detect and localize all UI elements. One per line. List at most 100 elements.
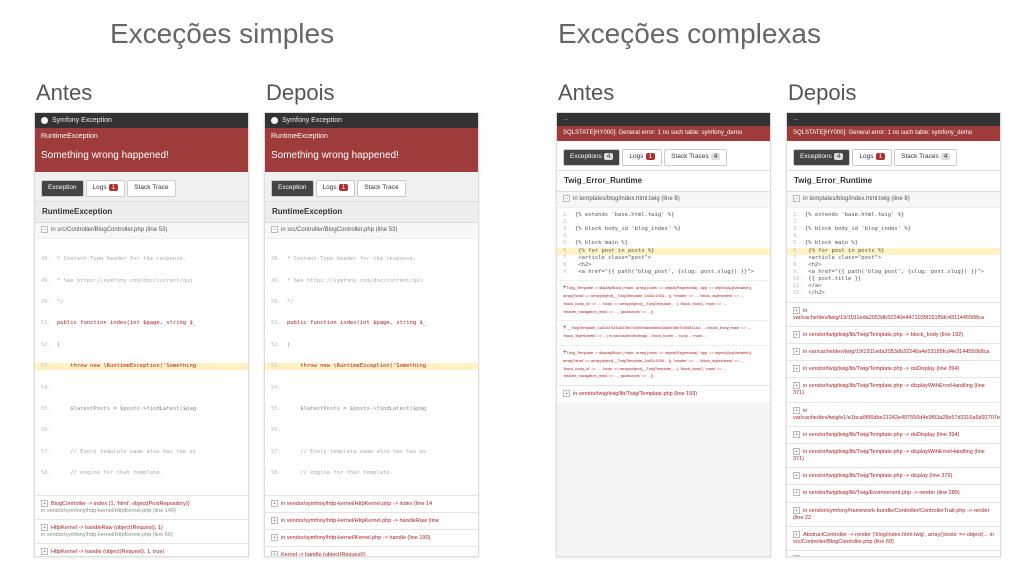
tab-stacktrace[interactable]: Stack Trace [127,180,175,196]
title-simple: Exceções simples [110,18,334,50]
tabs: Exceptions4 Logs1 Stack Traces4 [557,141,770,170]
expand-icon[interactable]: + [271,551,278,557]
tabs: Exception Logs1 Stack Trace [35,172,248,201]
section-exception-class: RuntimeException [35,202,248,223]
expand-icon[interactable]: − [793,195,800,202]
trace-row[interactable]: +in vendor/twig/twig/lib/Twig/Template.p… [787,426,1000,443]
label-depois-2: Depois [788,80,856,106]
expand-icon[interactable]: + [793,348,800,355]
expand-icon[interactable]: + [793,507,800,514]
expand-icon[interactable]: + [271,517,278,524]
tab-exception[interactable]: Exception [271,180,314,196]
section-exception-class: Twig_Error_Runtime [787,171,1000,192]
trace-row[interactable]: +in vendor/symfony/http-kernel/Kernel.ph… [265,529,478,546]
code-block: 48.* Content-Type header for the respons… [265,239,478,495]
panel-simple-antes: Symfony Exception RuntimeException Somet… [34,112,249,557]
trace-row[interactable]: +in vendor/twig/twig/lib/Twig/Template.p… [787,360,1000,377]
symfony-logo-icon [271,117,278,124]
brand: Symfony Exception [282,116,342,125]
expand-icon[interactable]: − [271,226,278,233]
exception-type: RuntimeException [265,128,478,145]
expand-icon[interactable]: + [41,500,48,507]
twig-code-block: 1.{% extends 'base.html.twig' %} 2. 3.{%… [557,208,770,280]
trace-row[interactable]: +AbstractController -> render ('blog/ind… [787,526,1000,550]
expand-icon[interactable]: + [793,472,800,479]
file-line[interactable]: −in src/Controller/BlogController.php (l… [265,223,478,239]
symfony-header: Symfony Exception [265,113,478,128]
trace-row[interactable]: +BlogController -> index (1, 'html', obj… [35,495,248,519]
trace-row[interactable]: +HttpKernel -> handleRaw (object(Request… [35,519,248,543]
file-line[interactable]: −in templates/blog/index.html.twig (line… [557,192,770,208]
label-antes-1: Antes [36,80,92,106]
tab-exception[interactable]: Exception [41,180,84,196]
trace-row[interactable]: +in vendor/symfony/http-kernel/HttpKerne… [787,550,1000,557]
trace-row[interactable]: +in var/cache/dev/twig/e1/e1bca6f96dbe21… [787,402,1000,426]
trace-row[interactable]: +in vendor/twig/twig/lib/Twig/Template.p… [787,377,1000,401]
expand-icon[interactable]: + [271,500,278,507]
trace-row[interactable]: +in vendor/twig/twig/lib/Twig/Environmen… [787,484,1000,501]
tab-logs[interactable]: Logs1 [86,180,126,196]
trace-row[interactable]: +in vendor/twig/twig/lib/Twig/Template.p… [787,326,1000,343]
tab-logs[interactable]: Logs1 [316,180,356,196]
error-banner: SQLSTATE[HY000]: General error: 1 no suc… [787,126,1000,142]
expand-icon[interactable]: + [793,382,800,389]
trace-row[interactable]: +in vendor/symfony/framework-bundle/Cont… [787,502,1000,526]
expand-icon[interactable]: + [793,431,800,438]
tab-exceptions[interactable]: Exceptions4 [563,149,620,165]
expand-icon[interactable]: + [793,489,800,496]
expand-icon[interactable]: + [41,524,48,531]
label-depois-1: Depois [266,80,334,106]
file-line[interactable]: −in src/Controller/BlogController.php (l… [35,223,248,239]
symfony-logo-icon [41,117,48,124]
trace-row[interactable]: +in vendor/twig/twig/lib/Twig/Template.p… [557,385,770,402]
expand-icon[interactable]: + [41,548,48,555]
tab-logs[interactable]: Logs1 [622,149,662,165]
tabs: Exceptions4 Logs1 Stack Traces4 [787,141,1000,170]
trace-row[interactable]: +Kernel -> handle (object(Request))in pu… [265,546,478,557]
expand-icon[interactable]: + [793,307,800,314]
trace-blob[interactable]: +Twig_Template -> displayBlock ('main', … [557,345,770,385]
expand-icon[interactable]: + [793,331,800,338]
tab-logs[interactable]: Logs1 [852,149,892,165]
section-exception-class: RuntimeException [265,202,478,223]
section-exception-class: Twig_Error_Runtime [557,171,770,192]
trace-row[interactable]: +in vendor/twig/twig/lib/Twig/Template.p… [787,443,1000,467]
file-line[interactable]: −in templates/blog/index.html.twig (line… [787,192,1000,208]
tab-stacktrace[interactable]: Stack Trace [357,180,405,196]
expand-icon[interactable]: + [793,407,800,414]
panel-complex-depois: … SQLSTATE[HY000]: General error: 1 no s… [786,112,1001,557]
trace-row[interactable]: +in vendor/symfony/http-kernel/HttpKerne… [265,495,478,512]
title-complex: Exceções complexas [558,18,821,50]
exception-message: Something wrong happened! [265,145,478,172]
expand-icon[interactable]: + [793,555,800,557]
twig-code-block: 1.{% extends 'base.html.twig' %} 2. 3.{%… [787,208,1000,302]
trace-row[interactable]: +in vendor/twig/twig/lib/Twig/Template.p… [787,467,1000,484]
error-banner: SQLSTATE[HY000]: General error: 1 no suc… [557,126,770,142]
trace-blob[interactable]: +__TwigTemplate_1a42c1934c8378e7c0d9bbae… [557,320,770,345]
label-antes-2: Antes [558,80,614,106]
path-bar: … [787,113,1000,126]
expand-icon[interactable]: + [793,365,800,372]
trace-row[interactable]: +in vendor/symfony/http-kernel/HttpKerne… [265,512,478,529]
trace-row[interactable]: +in var/cache/dev/twig/19/1911eda2053db3… [787,343,1000,360]
tab-stacktraces[interactable]: Stack Traces4 [894,149,957,165]
trace-blob[interactable]: +Twig_Template -> displayBlock ('main', … [557,280,770,320]
expand-icon[interactable]: + [793,448,800,455]
panel-complex-antes: … SQLSTATE[HY000]: General error: 1 no s… [556,112,771,557]
trace-row[interactable]: +HttpKernel -> handle (object(Request), … [35,543,248,557]
code-block: 48.* Content-Type header for the respons… [35,239,248,495]
expand-icon[interactable]: + [793,531,800,538]
exception-message: Something wrong happened! [35,145,248,172]
expand-icon[interactable]: + [271,534,278,541]
expand-icon[interactable]: − [563,195,570,202]
trace-row[interactable]: +in var/cache/dev/twig/19/1911eda2053db3… [787,302,1000,326]
brand: Symfony Exception [52,116,112,125]
expand-icon[interactable]: + [563,390,570,397]
symfony-header: Symfony Exception [35,113,248,128]
expand-icon[interactable]: − [41,226,48,233]
tab-stacktraces[interactable]: Stack Traces4 [664,149,727,165]
exception-type: RuntimeException [35,128,248,145]
panel-simple-depois: Symfony Exception RuntimeException Somet… [264,112,479,557]
tabs: Exception Logs1 Stack Trace [265,172,478,201]
tab-exceptions[interactable]: Exceptions4 [793,149,850,165]
